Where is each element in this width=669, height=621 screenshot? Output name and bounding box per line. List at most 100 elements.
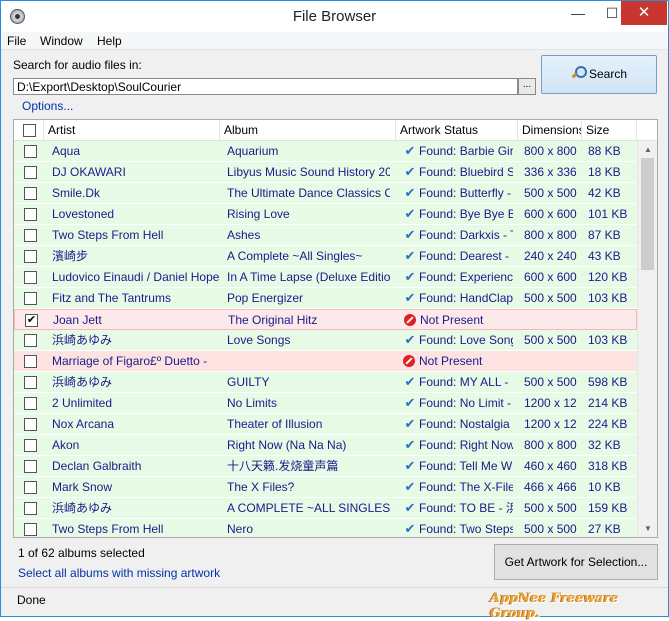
row-checkbox[interactable] [24,292,37,305]
column-artist[interactable]: Artist [44,120,220,141]
scroll-down-icon[interactable]: ▼ [638,520,657,537]
column-artwork-status[interactable]: Artwork Status [396,120,518,141]
row-checkbox[interactable] [24,460,37,473]
table-row[interactable]: ✔ Joan Jett The Original Hitz Not Present [14,309,637,330]
column-album[interactable]: Album [220,120,396,141]
minimize-button[interactable]: — [562,1,594,25]
row-checkbox[interactable] [24,250,37,263]
row-checkbox[interactable] [24,229,37,242]
table-row[interactable]: Smile.Dk The Ultimate Dance Classics Co ✔ F… [14,183,637,204]
album-cell: Libyus Music Sound History 20 [227,165,390,179]
size-cell: 103 KB [588,291,628,305]
row-checkbox[interactable] [24,334,37,347]
checkmark-icon: ✔ [404,437,416,452]
magnifier-icon [571,66,587,80]
artist-cell: 濱崎步 [52,249,89,263]
row-checkbox[interactable] [24,397,37,410]
album-cell: No Limits [227,396,278,410]
artwork-status-cell: ✔ Found: Two Steps [403,519,513,537]
table-row[interactable]: DJ OKAWARI Libyus Music Sound History 20 ✔… [14,162,637,183]
table-row[interactable]: 浜崎あゆみ Love Songs ✔ Found: Love Song 500 x 50… [14,330,637,351]
menu-help[interactable]: Help [97,34,122,48]
status-text: Found: Two Steps [419,522,513,536]
table-row[interactable]: Fitz and The Tantrums Pop Energizer ✔ Found… [14,288,637,309]
table-row[interactable]: Marriage of Figaro£º Duetto - Not Present [14,351,637,372]
checkmark-icon: ✔ [404,185,416,200]
search-path-input[interactable] [13,78,518,95]
options-link[interactable]: Options... [22,99,73,113]
artwork-status-cell: ✔ Found: Bluebird S [403,162,513,182]
status-text: Found: Love Song [419,333,513,347]
row-checkbox[interactable] [24,187,37,200]
artist-cell: Declan Galbraith [52,459,142,473]
scroll-thumb[interactable] [641,158,654,270]
close-button[interactable]: ✕ [621,1,667,25]
table-row[interactable]: 濱崎步 A Complete ~All Singles~ ✔ Found: Deare… [14,246,637,267]
table-row[interactable]: Ludovico Einaudi / Daniel Hope In A Time … [14,267,637,288]
table-row[interactable]: 2 Unlimited No Limits ✔ Found: No Limit - 12… [14,393,637,414]
size-cell: 87 KB [588,228,621,242]
row-checkbox[interactable] [24,418,37,431]
row-checkbox[interactable] [24,481,37,494]
table-row[interactable]: Akon Right Now (Na Na Na) ✔ Found: Right No… [14,435,637,456]
row-checkbox[interactable] [24,502,37,515]
status-text: Found: Tell Me W [419,459,513,473]
get-artwork-button[interactable]: Get Artwork for Selection... [494,544,658,580]
row-checkbox[interactable] [24,355,37,368]
checkmark-icon: ✔ [404,416,416,431]
table-row[interactable]: Lovestoned Rising Love ✔ Found: Bye Bye By 6… [14,204,637,225]
size-cell: 42 KB [588,186,621,200]
table-row[interactable]: Two Steps From Hell Nero ✔ Found: Two Steps… [14,519,637,537]
checkmark-icon: ✔ [404,248,416,263]
status-text: Found: TO BE - 浜 [419,501,513,515]
select-all-checkbox[interactable] [23,124,36,137]
column-size[interactable]: Size [582,120,637,141]
table-row[interactable]: Two Steps From Hell Ashes ✔ Found: Darkxis … [14,225,637,246]
size-cell: 224 KB [588,417,628,431]
dimensions-cell: 240 x 240 [524,249,577,263]
album-cell: Theater of Illusion [227,417,323,431]
vertical-scrollbar[interactable]: ▲ ▼ [637,141,657,537]
row-checkbox[interactable] [24,376,37,389]
menu-file[interactable]: File [7,34,26,48]
search-button[interactable]: Search [541,55,657,94]
column-dimensions[interactable]: Dimensions [518,120,582,141]
row-checkbox[interactable] [24,208,37,221]
album-cell: A Complete ~All Singles~ [227,249,363,263]
checkmark-icon: ✔ [404,479,416,494]
album-cell: Aquarium [227,144,279,158]
table-row[interactable]: 浜崎あゆみ GUILTY ✔ Found: MY ALL - 500 x 500 598… [14,372,637,393]
album-cell: A COMPLETE ~ALL SINGLES~ [227,501,390,515]
row-checkbox[interactable] [24,271,37,284]
size-cell: 43 KB [588,249,621,263]
dimensions-cell [524,351,584,371]
status-text: Done [17,593,46,607]
dimensions-cell [525,310,585,330]
file-browser-window: File Browser — ☐ ✕ File Window Help Sear… [0,0,669,621]
table-row[interactable]: Declan Galbraith 十八天籁.发烧童声篇 ✔ Found: Tell M… [14,456,637,477]
not-present-icon [403,355,415,367]
row-checkbox[interactable] [24,439,37,452]
table-row[interactable]: Nox Arcana Theater of Illusion ✔ Found: Nos… [14,414,637,435]
browse-button[interactable]: ... [518,78,536,95]
status-text: Found: HandClap [419,291,513,305]
scroll-up-icon[interactable]: ▲ [638,141,657,158]
table-row[interactable]: Aqua Aquarium ✔ Found: Barbie Gir 800 x 800 8… [14,141,637,162]
table-row[interactable]: Mark Snow The X Files? ✔ Found: The X-File 4… [14,477,637,498]
row-checkbox[interactable] [24,145,37,158]
select-missing-link[interactable]: Select all albums with missing artwork [18,566,220,580]
row-checkbox[interactable] [24,523,37,536]
row-checkbox[interactable]: ✔ [25,314,38,327]
artwork-status-cell: ✔ Found: Tell Me W [403,456,513,476]
album-cell: The Ultimate Dance Classics Co [227,186,390,200]
size-cell: 88 KB [588,144,621,158]
checkmark-icon: ✔ [404,332,416,347]
search-button-label: Search [588,67,628,81]
size-cell: 27 KB [588,522,621,536]
album-cell: GUILTY [227,375,270,389]
row-checkbox[interactable] [24,166,37,179]
artist-cell: Lovestoned [52,207,115,221]
table-row[interactable]: 浜崎あゆみ A COMPLETE ~ALL SINGLES~ ✔ Found: TO … [14,498,637,519]
artwork-status-cell: ✔ Found: Nostalgia [403,414,513,434]
menu-window[interactable]: Window [40,34,83,48]
